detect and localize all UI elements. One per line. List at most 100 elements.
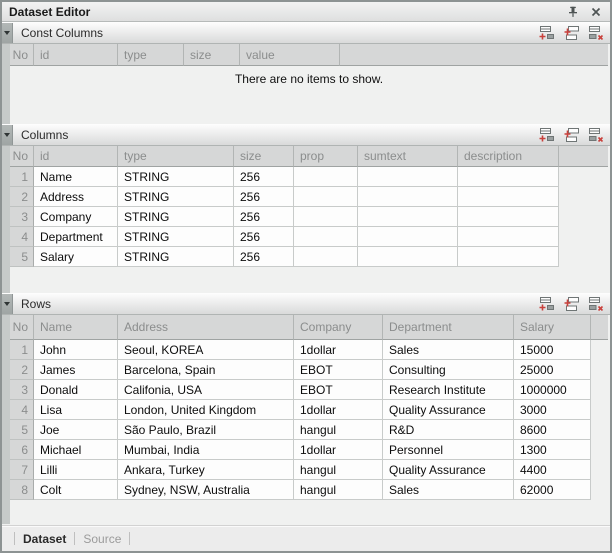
row-number-cell[interactable]: 6 [10,440,34,460]
table-cell[interactable] [294,227,358,247]
table-cell[interactable]: 256 [234,207,294,227]
table-cell[interactable] [358,207,458,227]
delete-row-button[interactable] [588,296,605,312]
table-cell[interactable]: Quality Assurance [383,460,514,480]
table-cell[interactable] [458,247,559,267]
row-number-cell[interactable]: 5 [10,420,34,440]
delete-row-button[interactable] [588,25,605,41]
close-button[interactable] [589,5,603,19]
row-number-cell[interactable]: 8 [10,480,34,500]
row-number-cell[interactable]: 4 [10,227,34,247]
table-cell[interactable] [458,187,559,207]
insert-row-button[interactable] [563,296,580,312]
table-cell[interactable]: 256 [234,247,294,267]
delete-row-button[interactable] [588,127,605,143]
tab-separator [14,532,15,545]
table-cell[interactable]: Personnel [383,440,514,460]
table-cell[interactable]: Mumbai, India [118,440,294,460]
table-cell[interactable] [458,167,559,187]
table-cell[interactable]: Barcelona, Spain [118,360,294,380]
add-row-button[interactable] [538,25,555,41]
table-cell[interactable]: Sydney, NSW, Australia [118,480,294,500]
table-cell[interactable] [358,247,458,267]
table-cell[interactable]: EBOT [294,360,383,380]
table-cell[interactable]: London, United Kingdom [118,400,294,420]
table-cell[interactable]: 1dollar [294,400,383,420]
table-cell[interactable]: Califonia, USA [118,380,294,400]
add-row-button[interactable] [538,127,555,143]
table-cell[interactable]: Research Institute [383,380,514,400]
table-cell[interactable]: 256 [234,227,294,247]
table-cell[interactable] [294,207,358,227]
table-cell[interactable]: Quality Assurance [383,400,514,420]
table-cell[interactable]: Company [34,207,118,227]
add-row-button[interactable] [538,296,555,312]
table-cell[interactable]: John [34,340,118,360]
table-cell[interactable]: R&D [383,420,514,440]
table-cell[interactable]: Joe [34,420,118,440]
pin-button[interactable] [566,5,580,19]
table-cell[interactable]: STRING [118,247,234,267]
row-number-cell[interactable]: 3 [10,207,34,227]
table-cell[interactable]: São Paulo, Brazil [118,420,294,440]
table-cell[interactable]: Michael [34,440,118,460]
table-cell[interactable]: STRING [118,187,234,207]
table-cell[interactable]: 25000 [514,360,591,380]
table-cell[interactable]: Donald [34,380,118,400]
insert-row-button[interactable] [563,25,580,41]
table-cell[interactable]: 62000 [514,480,591,500]
table-cell[interactable]: Sales [383,340,514,360]
table-cell[interactable]: Colt [34,480,118,500]
table-cell[interactable]: 15000 [514,340,591,360]
table-cell[interactable] [294,247,358,267]
collapse-button-const-columns[interactable] [2,23,13,43]
table-cell[interactable]: hangul [294,420,383,440]
table-cell[interactable]: STRING [118,167,234,187]
table-cell[interactable]: 256 [234,167,294,187]
table-cell[interactable]: Lilli [34,460,118,480]
table-cell[interactable]: 3000 [514,400,591,420]
table-cell[interactable] [358,227,458,247]
table-cell[interactable]: Name [34,167,118,187]
insert-row-button[interactable] [563,127,580,143]
table-cell[interactable]: 1000000 [514,380,591,400]
table-cell[interactable] [294,187,358,207]
table-cell[interactable]: STRING [118,207,234,227]
table-cell[interactable]: Address [34,187,118,207]
table-cell[interactable]: 1dollar [294,440,383,460]
table-cell[interactable] [358,167,458,187]
tab-dataset[interactable]: Dataset [23,532,66,546]
table-cell[interactable] [358,187,458,207]
row-number-cell[interactable]: 2 [10,187,34,207]
row-number-cell[interactable]: 4 [10,400,34,420]
table-cell[interactable]: Consulting [383,360,514,380]
table-cell[interactable]: STRING [118,227,234,247]
table-cell[interactable]: hangul [294,460,383,480]
table-cell[interactable] [294,167,358,187]
table-cell[interactable]: Seoul, KOREA [118,340,294,360]
table-cell[interactable]: EBOT [294,380,383,400]
row-number-cell[interactable]: 1 [10,167,34,187]
row-number-cell[interactable]: 3 [10,380,34,400]
collapse-button-columns[interactable] [2,125,13,145]
row-number-cell[interactable]: 1 [10,340,34,360]
table-cell[interactable]: 1300 [514,440,591,460]
table-cell[interactable]: Salary [34,247,118,267]
row-number-cell[interactable]: 2 [10,360,34,380]
table-cell[interactable]: James [34,360,118,380]
table-cell[interactable]: hangul [294,480,383,500]
table-cell[interactable]: 1dollar [294,340,383,360]
collapse-button-rows[interactable] [2,294,13,314]
table-cell[interactable]: Sales [383,480,514,500]
table-cell[interactable]: Lisa [34,400,118,420]
table-cell[interactable]: Ankara, Turkey [118,460,294,480]
row-number-cell[interactable]: 7 [10,460,34,480]
table-cell[interactable]: 8600 [514,420,591,440]
table-cell[interactable] [458,207,559,227]
table-cell[interactable]: 4400 [514,460,591,480]
row-number-cell[interactable]: 5 [10,247,34,267]
table-cell[interactable] [458,227,559,247]
table-cell[interactable]: Department [34,227,118,247]
table-cell[interactable]: 256 [234,187,294,207]
tab-source[interactable]: Source [83,532,121,546]
